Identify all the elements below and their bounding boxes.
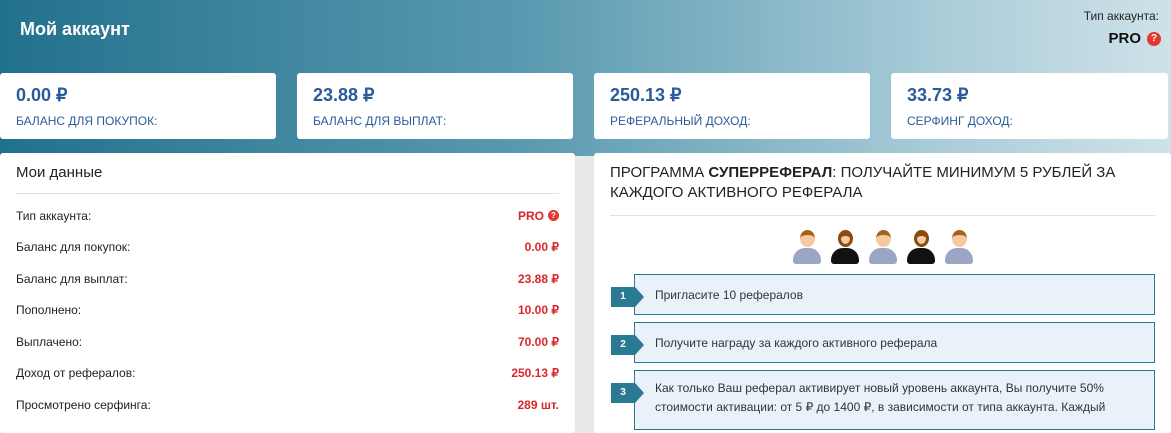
row-label: Баланс для выплат: (16, 271, 128, 286)
account-type-label: Тип аккаунта: (1083, 9, 1159, 23)
my-data-title: Мои данные (16, 153, 559, 194)
program-title: ПРОГРАММА СУПЕРРЕФЕРАЛ: ПОЛУЧАЙТЕ МИНИМУ… (610, 153, 1155, 216)
data-row: Доход от рефералов: 250.13 ₽ (16, 358, 559, 390)
help-icon[interactable]: ? (548, 210, 559, 222)
row-label: Тип аккаунта: (16, 208, 92, 223)
data-row-account-type: Тип аккаунта: PRO? (16, 200, 559, 232)
step-text: Получите награду за каждого активного ре… (655, 335, 938, 350)
stat-value: 33.73 ₽ (907, 85, 969, 105)
row-value: 0.00 ₽ (524, 240, 559, 255)
data-row: Баланс для покупок: 0.00 ₽ (16, 232, 559, 264)
stat-label: Реферальный доход: (610, 114, 751, 128)
row-value: 10.00 ₽ (518, 303, 559, 318)
step-text: Как только Ваш реферал активирует новый … (655, 381, 1106, 414)
male-user-icon (867, 228, 899, 266)
stat-card-surfing-income: 33.73 ₽ Серфинг доход: (891, 73, 1168, 139)
superreferral-panel: ПРОГРАММА СУПЕРРЕФЕРАЛ: ПОЛУЧАЙТЕ МИНИМУ… (594, 153, 1171, 433)
step-3: 3 Как только Ваш реферал активирует новый… (611, 370, 1155, 430)
data-row: Баланс для выплат: 23.88 ₽ (16, 263, 559, 295)
step-text: Пригласите 10 рефералов (655, 287, 803, 302)
row-value: 70.00 ₽ (518, 334, 559, 349)
step-number: 3 (611, 383, 644, 403)
title-bold: СУПЕРРЕФЕРАЛ (708, 164, 833, 181)
stat-card-payout-balance: 23.88 ₽ Баланс для выплат: (297, 73, 573, 139)
row-value: 250.13 ₽ (511, 366, 559, 381)
step-number: 1 (611, 287, 644, 307)
stat-value: 250.13 ₽ (610, 85, 682, 105)
row-label: Просмотрено серфинга: (16, 397, 151, 412)
data-row: Просмотрено серфинга: 289 шт. (16, 389, 559, 421)
data-row: Выплачено: 70.00 ₽ (16, 326, 559, 358)
step-2: 2 Получите награду за каждого активного р… (611, 322, 1155, 363)
female-user-icon (905, 228, 937, 266)
stat-card-referral-income: 250.13 ₽ Реферальный доход: (594, 73, 870, 139)
stat-label: Баланс для покупок: (16, 114, 158, 128)
row-label: Пополнено: (16, 303, 82, 318)
my-data-panel: Мои данные Тип аккаунта: PRO? Баланс для … (0, 153, 575, 433)
row-label: Баланс для покупок: (16, 240, 131, 255)
row-value: 289 шт. (517, 397, 559, 412)
step-1: 1 Пригласите 10 рефералов (611, 274, 1155, 315)
female-user-icon (829, 228, 861, 266)
data-row: Пополнено: 10.00 ₽ (16, 295, 559, 327)
account-type-value: PRO (1108, 30, 1141, 47)
stat-card-purchase-balance: 0.00 ₽ Баланс для покупок: (0, 73, 276, 139)
referrals-illustration (610, 228, 1155, 266)
title-prefix: ПРОГРАММА (610, 164, 709, 181)
stat-value: 23.88 ₽ (313, 85, 375, 105)
account-type: PRO? (1108, 30, 1161, 47)
help-icon[interactable]: ? (1147, 31, 1161, 46)
row-label: Доход от рефералов: (16, 366, 136, 381)
stat-label: Серфинг доход: (907, 114, 1013, 128)
step-number: 2 (611, 335, 644, 355)
stat-label: Баланс для выплат: (313, 114, 447, 128)
stat-value: 0.00 ₽ (16, 85, 68, 105)
row-value: 23.88 ₽ (518, 271, 559, 286)
male-user-icon (943, 228, 975, 266)
male-user-icon (791, 228, 823, 266)
row-value: PRO (517, 208, 544, 223)
page-title: Мой аккаунт (20, 19, 130, 39)
row-label: Выплачено: (16, 334, 83, 349)
